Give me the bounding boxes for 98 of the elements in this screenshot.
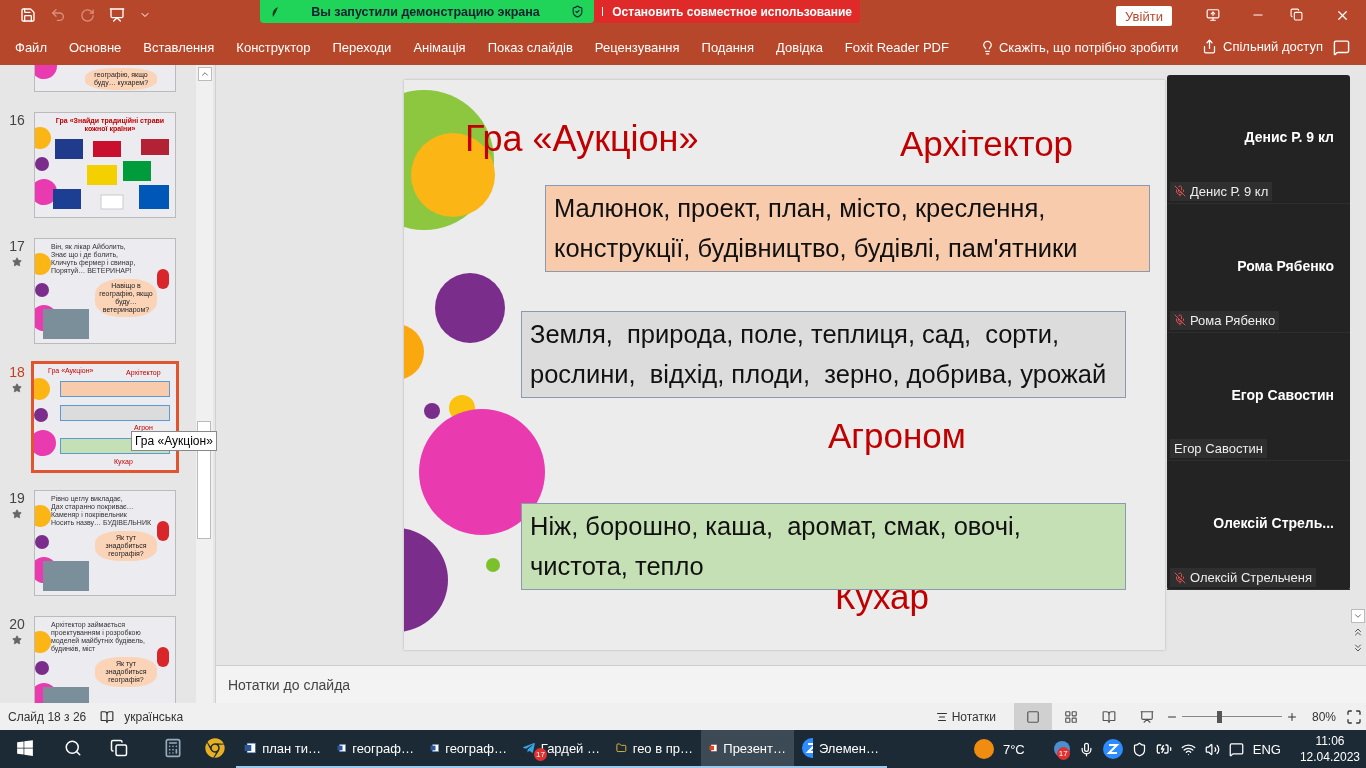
decor-circle xyxy=(35,505,51,527)
calculator-icon xyxy=(163,738,183,758)
slide-number: 19 xyxy=(9,490,25,506)
notes-button[interactable]: Нотатки xyxy=(929,708,1002,725)
ribbon-tab[interactable]: Конструктор xyxy=(225,40,322,55)
taskbar-button[interactable]: 17Гардей … xyxy=(515,730,608,768)
close-icon[interactable] xyxy=(1335,8,1350,23)
wifi-icon xyxy=(1180,741,1196,757)
taskbar-button[interactable]: географ… xyxy=(329,730,422,768)
zoom-thumb[interactable] xyxy=(1216,710,1222,723)
taskbar-button[interactable]: Элемен… xyxy=(794,730,887,768)
fit-to-window-icon[interactable] xyxy=(1346,708,1362,725)
leaf-icon xyxy=(270,5,280,18)
input-language: ENG xyxy=(1252,741,1281,757)
tell-me-search[interactable]: Скажіть, що потрібно зробити xyxy=(973,39,1185,56)
decor-circle xyxy=(35,631,51,653)
ribbon-tab[interactable]: Довідка xyxy=(765,40,834,55)
participant-name: Олексій Стрель... xyxy=(1213,515,1334,532)
display-options-icon[interactable] xyxy=(1206,8,1220,22)
sun-icon xyxy=(973,739,994,759)
search-icon xyxy=(64,739,82,757)
save-icon[interactable] xyxy=(20,7,36,23)
spelling-icon xyxy=(100,709,115,724)
slide-number: 18 xyxy=(9,364,25,380)
shield-icon xyxy=(571,5,584,18)
volume-icon xyxy=(1204,741,1220,757)
decor-circle xyxy=(35,253,51,275)
ribbon-tab[interactable]: Подання xyxy=(690,40,766,55)
profession-label: Агроном xyxy=(828,416,966,456)
slide-number: 16 xyxy=(9,112,25,128)
ribbon-tab[interactable]: Файл xyxy=(4,40,58,55)
comments-icon[interactable] xyxy=(1333,39,1350,56)
slideshow-icon[interactable] xyxy=(109,7,125,23)
ribbon-tab[interactable]: Показ слайдів xyxy=(476,40,584,55)
letter-circle-icon xyxy=(1102,739,1123,759)
task-view-icon xyxy=(110,739,128,757)
clock-time: 11:06 xyxy=(1315,733,1345,749)
name-label: Егор Савостин xyxy=(1174,441,1263,457)
share-button[interactable]: Спільний доступ xyxy=(1196,38,1329,55)
windows-icon xyxy=(16,739,34,757)
muted-mic-icon xyxy=(1174,314,1186,326)
decor-circle xyxy=(35,283,49,297)
notes-field[interactable]: Нотатки до слайда xyxy=(216,665,1366,703)
decor-circle xyxy=(34,378,50,400)
question-mark-drawing xyxy=(157,647,169,667)
profession-label: Архітектор xyxy=(900,124,1074,164)
notes-icon xyxy=(935,710,948,723)
sign-in-button[interactable]: Увійти xyxy=(1116,6,1172,26)
slide-number: 20 xyxy=(9,616,25,632)
decor-circle xyxy=(35,661,49,675)
taskbar-button[interactable]: план ти… xyxy=(236,730,329,768)
shield-icon xyxy=(1131,741,1147,757)
ribbon-tab[interactable]: Рецензування xyxy=(583,40,691,55)
zoom-level: 80% xyxy=(1311,709,1336,724)
zoom-in-icon[interactable] xyxy=(1285,710,1298,723)
name-label: Олексій Стрельченя xyxy=(1190,570,1312,585)
browser-icon xyxy=(205,738,225,758)
photo-placeholder xyxy=(43,561,89,591)
decor-circle xyxy=(35,127,51,149)
participant-name: Денис Р. 9 кл xyxy=(1244,129,1334,145)
language-label: українська xyxy=(124,709,184,724)
tooltip: Гра «Аукціон» xyxy=(131,431,217,451)
muted-mic-icon xyxy=(1174,185,1186,198)
ribbon-tab[interactable]: Переходи xyxy=(321,40,403,55)
slide-number: 17 xyxy=(9,238,25,254)
battery-icon xyxy=(1155,741,1172,757)
decor-circle xyxy=(34,408,48,422)
temperature: 7°C xyxy=(1002,741,1025,757)
slide-counter: Слайд 18 з 26 xyxy=(8,709,87,724)
decor-circle xyxy=(486,558,500,572)
ribbon-tab[interactable]: Foxit Reader PDF xyxy=(833,40,960,55)
sharing-text: Вы запустили демонстрацию экрана xyxy=(311,4,540,19)
word-box: Ніж, борошно, каша, аромат, смак, овочі, чистота, тепло xyxy=(521,503,1126,590)
clock-date: 12.04.2023 xyxy=(1299,749,1360,765)
ribbon-tab[interactable]: Анімація xyxy=(402,40,477,55)
name-label: Рома Рябенко xyxy=(1190,312,1276,328)
decor-circle xyxy=(35,157,49,171)
microphone-icon xyxy=(1078,741,1094,757)
name-label: Денис Р. 9 кл xyxy=(1190,183,1269,199)
question-mark-drawing xyxy=(157,269,169,289)
ribbon-tab[interactable]: Основне xyxy=(57,40,133,55)
question-mark-drawing xyxy=(157,521,169,541)
taskbar-button[interactable]: географ… xyxy=(422,730,515,768)
participant-name: Рома Рябенко xyxy=(1237,257,1334,274)
photo-placeholder xyxy=(43,309,89,339)
restore-icon[interactable] xyxy=(1290,8,1303,21)
share-icon xyxy=(1202,39,1217,54)
participant-name: Егор Савостин xyxy=(1231,386,1334,403)
muted-mic-icon xyxy=(1174,571,1186,584)
notifications-icon xyxy=(1228,741,1244,757)
decor-circle xyxy=(35,535,49,549)
stop-sharing-button[interactable]: Остановить совместное использование xyxy=(594,0,860,23)
decor-circle xyxy=(34,430,56,456)
word-box: Малюнок, проект, план, місто, креслення, конструкції, будівництво, будівлі, пам'ятники xyxy=(545,185,1150,272)
normal-view-icon[interactable] xyxy=(1013,703,1052,730)
taskbar-button[interactable]: Презент… xyxy=(701,730,794,768)
word-box: Земля, природа, поле, теплиця, сад, сорти, рослини, відхід, плоди, зерно, добрива, урожай xyxy=(521,311,1126,398)
ribbon-tab[interactable]: Вставлення xyxy=(132,40,226,55)
